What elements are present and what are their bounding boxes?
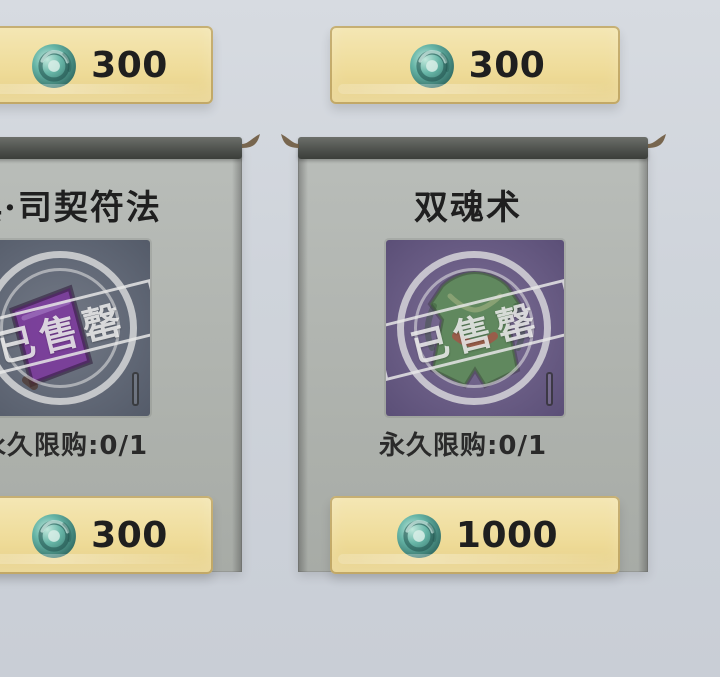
- card-edge-left: [298, 147, 308, 572]
- top-left-price-button[interactable]: 300: [0, 26, 213, 104]
- scroll-rod-right: [298, 137, 648, 159]
- top-left-price: 300: [91, 44, 168, 86]
- jade-coin-icon: [396, 514, 441, 558]
- jade-coin-icon: [409, 44, 454, 88]
- item-quantity-bar: [546, 372, 553, 406]
- scroll-end-ornament-icon: [281, 134, 299, 148]
- item-icon-frame[interactable]: 已售罄: [386, 240, 564, 416]
- jade-coin-icon: [32, 44, 77, 88]
- scroll-end-ornament-icon: [242, 134, 260, 148]
- buy-button-right[interactable]: 1000: [330, 496, 620, 574]
- card-edge-right: [232, 147, 242, 572]
- card-title: 典·司契符法: [0, 188, 162, 228]
- buy-button-left[interactable]: 300: [0, 496, 213, 574]
- scroll-end-ornament-icon: [648, 134, 666, 148]
- item-quantity-bar: [132, 372, 139, 406]
- purchase-limit: 永久限购:0/1: [0, 431, 149, 461]
- purchase-limit: 永久限购:0/1: [379, 431, 548, 461]
- price-left: 300: [91, 514, 168, 556]
- top-right-price-button[interactable]: 300: [330, 26, 620, 104]
- card-edge-right: [638, 147, 648, 572]
- item-icon-frame[interactable]: 已售罄: [0, 240, 150, 416]
- scroll-rod-left: [0, 137, 242, 159]
- price-right: 1000: [455, 514, 559, 556]
- jade-coin-icon: [32, 514, 77, 558]
- top-right-price: 300: [468, 44, 546, 86]
- card-title: 双魂术: [414, 188, 522, 228]
